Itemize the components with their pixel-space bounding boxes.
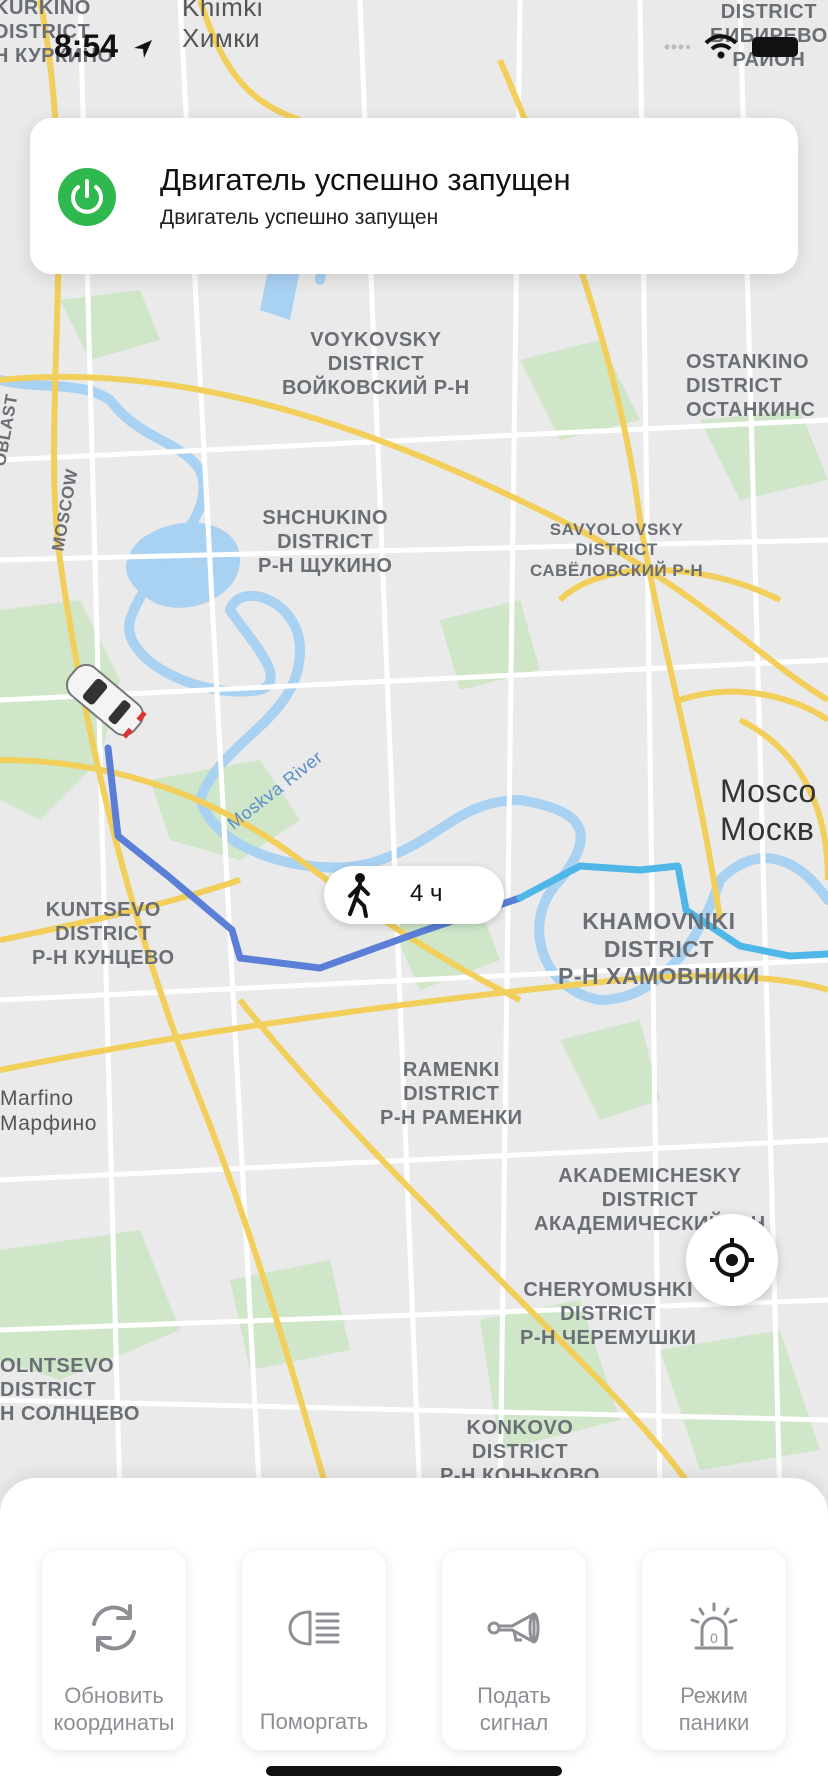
panic-mode-label: Режим паники	[678, 1683, 750, 1735]
refresh-coordinates-label: Обновить координаты	[53, 1683, 175, 1735]
walking-person-icon	[348, 873, 370, 918]
svg-text:0: 0	[710, 1630, 718, 1646]
map-label-khamovniki: KHAMOVNIKI DISTRICT Р-Н ХАМОВНИКИ	[558, 908, 760, 990]
location-arrow-icon	[134, 40, 152, 58]
map-label-marfino: Marfino Марфино	[0, 1087, 97, 1136]
wifi-icon	[704, 34, 738, 59]
map-label-khimki: Khimki Химки	[182, 0, 264, 54]
status-bar-icons	[664, 34, 798, 60]
map-label-voykovsky: VOYKOVSKY DISTRICT ВОЙКОВСКИЙ Р-Н	[282, 329, 470, 399]
map-label-kuntsevo: KUNTSEVO DISTRICT Р-Н КУНЦЕВО	[32, 899, 175, 969]
headlight-icon	[288, 1610, 340, 1646]
engine-started-notification[interactable]: Двигатель успешно запущен Двигатель успе…	[30, 118, 798, 274]
notification-body: Двигатель успешно запущен	[160, 206, 439, 229]
alarm-beacon-icon: 0	[690, 1602, 738, 1650]
horn-icon	[487, 1612, 540, 1644]
map-label-solntsevo: OLNTSEVO DISTRICT Н СОЛНЦЕВО	[0, 1355, 140, 1425]
status-bar-time: 8:54	[54, 28, 119, 64]
map-label-moscow: Mosco Москв	[720, 773, 817, 848]
panic-mode-button[interactable]: 0 Режим паники	[642, 1550, 786, 1750]
map-label-ramenki: RAMENKI DISTRICT Р-Н РАМЕНКИ	[380, 1059, 523, 1129]
walk-duration-pill: 4 ч	[324, 866, 504, 924]
battery-icon	[752, 37, 798, 57]
refresh-coordinates-button[interactable]: Обновить координаты	[42, 1550, 186, 1750]
map-label-shchukino: SHCHUKINO DISTRICT Р-Н ЩУКИНО	[258, 507, 393, 577]
signal-dots-icon	[664, 44, 690, 50]
bottom-action-sheet: Обновить координаты Поморгать Подать сиг…	[0, 1478, 828, 1792]
horn-button[interactable]: Подать сигнал	[442, 1550, 586, 1750]
notification-title: Двигатель успешно запущен	[160, 162, 571, 197]
flash-lights-label: Поморгать	[259, 1709, 369, 1734]
home-indicator[interactable]	[266, 1766, 562, 1776]
flash-lights-button[interactable]: Поморгать	[242, 1550, 386, 1750]
map-label-cheryomushki: CHERYOMUSHKI DISTRICT Р-Н ЧЕРЕМУШКИ	[520, 1279, 697, 1349]
horn-label: Подать сигнал	[477, 1683, 551, 1735]
map-label-ostankino: OSTANKINO DISTRICT ОСТАНКИНС	[686, 351, 816, 421]
power-icon	[58, 168, 116, 226]
walk-duration-value: 4 ч	[410, 880, 443, 907]
crosshair-icon	[710, 1238, 754, 1282]
map-label-savyolovsky: SAVYOLOVSKY DISTRICT САВЁЛОВСКИЙ Р-Н	[530, 520, 704, 580]
my-location-button[interactable]	[686, 1214, 778, 1306]
refresh-icon	[92, 1604, 136, 1652]
